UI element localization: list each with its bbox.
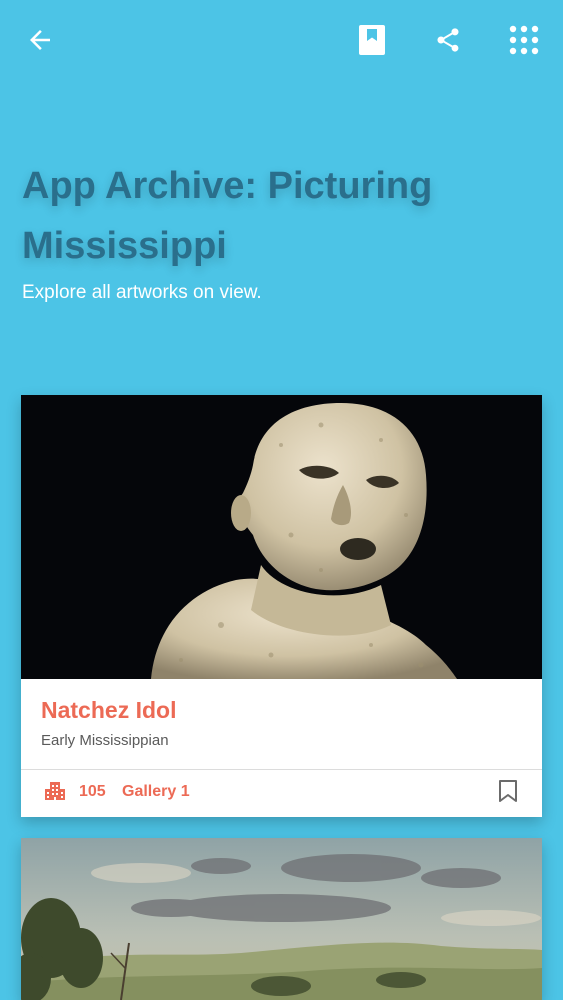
artwork-image[interactable]	[21, 395, 542, 679]
share-button[interactable]	[428, 20, 468, 60]
artwork-title[interactable]: Natchez Idol	[41, 697, 176, 724]
page-subtitle: Explore all artworks on view.	[22, 282, 262, 303]
arrow-left-icon	[30, 30, 50, 50]
landscape-painting-image	[21, 838, 542, 1000]
artwork-list-screen: App Archive: Picturing Mississippi Explo…	[0, 0, 563, 1000]
save-artwork-button[interactable]	[495, 776, 521, 806]
gallery-number: 105	[79, 783, 106, 800]
bookmark-button[interactable]	[352, 20, 392, 60]
top-bar	[0, 0, 563, 80]
card-footer: 105 Gallery 1	[21, 770, 542, 817]
bookmark-outline-icon	[499, 780, 517, 802]
stone-figure-illustration	[21, 395, 542, 679]
artwork-card[interactable]: Natchez Idol Early Mississippian 105 Gal…	[21, 395, 542, 817]
apps-button[interactable]	[504, 20, 544, 60]
bookmark-icon	[359, 25, 385, 55]
apps-grid-icon	[509, 25, 539, 55]
share-icon	[437, 28, 459, 52]
building-icon	[45, 782, 65, 800]
page-title: App Archive: Picturing Mississippi	[22, 165, 433, 267]
back-button[interactable]	[20, 20, 60, 60]
gallery-name: Gallery 1	[122, 783, 190, 800]
artwork-card-next[interactable]	[21, 838, 542, 1000]
artwork-culture: Early Mississippian	[41, 732, 169, 749]
